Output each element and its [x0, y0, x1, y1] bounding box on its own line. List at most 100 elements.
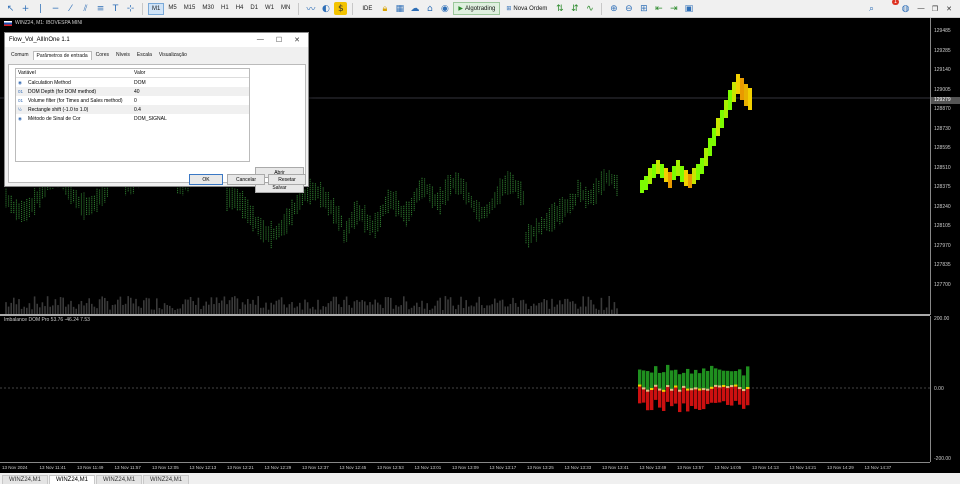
user-icon[interactable]: ◉ [438, 2, 451, 15]
zoom-out-icon[interactable]: ⊖ [622, 2, 635, 15]
autoscroll-icon[interactable]: ⇤ [652, 2, 665, 15]
crosshair-icon[interactable]: + [19, 2, 32, 15]
dom-ladder-icon[interactable]: ⇵ [568, 2, 581, 15]
parameter-row[interactable]: ½ Rectangle shift (-1.0 to 1.0) 0.4 [16, 105, 249, 114]
highlighted-candle [744, 84, 748, 106]
parameter-row[interactable]: 01 DOM Depth (for DOM method) 40 [16, 87, 249, 96]
dialog-titlebar[interactable]: Flow_Vol_AllInOne 1.1 — ☐ ✕ [5, 33, 308, 47]
timeframe-w1[interactable]: W1 [262, 3, 277, 15]
dialog-tab[interactable]: Escala [134, 51, 155, 60]
text-icon[interactable]: T [109, 2, 122, 15]
timeframe-m15[interactable]: M15 [181, 3, 199, 15]
reset-button[interactable]: Resetar [268, 174, 306, 185]
nova-ordem-button[interactable]: ⊞ Nova Ordem [502, 3, 551, 14]
dialog-maximize-icon[interactable]: ☐ [276, 36, 282, 44]
lock-icon[interactable]: 🔒︎ [378, 2, 391, 15]
price-label: 128595 [934, 145, 951, 151]
parameter-value[interactable]: 0.4 [134, 107, 141, 113]
shapes-icon[interactable]: ⊹ [124, 2, 137, 15]
imbalance-bar-sell [690, 389, 694, 406]
time-label: 13 Nov 12:37 [302, 465, 329, 470]
chart-shift-icon[interactable]: ⇥ [667, 2, 680, 15]
chart-tab[interactable]: WINZ24,M1 [96, 475, 143, 484]
color-scheme-icon[interactable]: ◐ [319, 2, 332, 15]
horizontal-line-icon[interactable]: − [49, 2, 62, 15]
notification-icon[interactable]: 1 [882, 0, 899, 15]
volume-bar [205, 301, 207, 314]
chart-tab[interactable]: WINZ24,M1 [2, 475, 49, 484]
timeframe-m1[interactable]: M1 [148, 2, 165, 15]
volume-bar [85, 303, 88, 314]
signal-chart-icon[interactable]: ∿ [583, 2, 596, 15]
volume-bar [49, 306, 51, 314]
dollar-icon[interactable]: $ [334, 2, 348, 15]
timeframe-m5[interactable]: M5 [165, 3, 179, 15]
volume-bar [80, 300, 83, 314]
calendar-icon[interactable]: ▦ [393, 2, 406, 15]
cancel-button[interactable]: Cancelar [227, 174, 265, 185]
timeframe-d1[interactable]: D1 [247, 3, 261, 15]
parameter-name-cell: ½ Rectangle shift (-1.0 to 1.0) [16, 107, 134, 113]
parameter-value[interactable]: 40 [134, 89, 140, 95]
fibonacci-icon[interactable]: ≡ [94, 2, 107, 15]
restore-icon[interactable]: ❐ [930, 5, 940, 13]
parameter-row[interactable]: ◉ Método de Sinal de Cor DOM_SIGNAL [16, 114, 249, 123]
parameter-row[interactable]: ◉ Calculation Method DOM [16, 78, 249, 87]
dialog-minimize-icon[interactable]: — [257, 36, 264, 44]
channel-icon[interactable]: ⫽ [79, 2, 92, 15]
ok-button[interactable]: OK [189, 174, 223, 185]
trendline-icon[interactable]: ⁄ [64, 2, 77, 15]
volume-bar [504, 306, 506, 314]
cloud-icon[interactable]: ☁ [408, 2, 421, 15]
highlighted-candle [648, 168, 652, 184]
time-label: 13 Nov 13:41 [602, 465, 629, 470]
dialog-tab[interactable]: Cores [93, 51, 112, 60]
minimize-icon[interactable]: — [916, 5, 926, 12]
highlighted-candle [656, 160, 660, 174]
volume-bar [114, 304, 116, 314]
market-icon[interactable]: ⌂ [423, 2, 436, 15]
volume-bar [213, 304, 215, 314]
highlighted-candle [720, 110, 724, 128]
imbalance-bar-sell [662, 390, 666, 411]
timeframe-h4[interactable]: H4 [233, 3, 247, 15]
volume-bar [514, 303, 517, 314]
vertical-line-icon[interactable]: | [34, 2, 47, 15]
time-axis[interactable]: 13 Nov 2024 13 Nov 11:41 13 Nov 11:49 13 No… [0, 462, 930, 472]
dialog-tab[interactable]: Comum [8, 51, 32, 60]
timeframe-m30[interactable]: M30 [199, 3, 217, 15]
dialog-close-icon[interactable]: ✕ [294, 36, 300, 44]
volume-bar [543, 298, 545, 314]
account-icon[interactable]: ◍ [899, 2, 912, 15]
indicator-chart[interactable] [0, 316, 930, 462]
highlighted-candle [660, 164, 664, 178]
parameter-value[interactable]: DOM [134, 80, 146, 86]
dialog-tab[interactable]: Visualização [156, 51, 190, 60]
ide-button[interactable]: IDE [358, 4, 376, 14]
price-label: 127835 [934, 262, 951, 268]
algotrading-button[interactable]: ▶ Algotrading [453, 2, 501, 15]
volume-bar [137, 306, 140, 314]
screenshot-icon[interactable]: ▣ [682, 2, 695, 15]
search-icon[interactable]: ⌕ [865, 2, 878, 15]
volume-bar [228, 300, 231, 314]
grid-icon[interactable]: ⊞ [637, 2, 650, 15]
timeframe-h1[interactable]: H1 [218, 3, 232, 15]
depth-of-market-icon[interactable]: ⇅ [553, 2, 566, 15]
volume-bar [317, 299, 319, 314]
close-icon[interactable]: ✕ [944, 5, 954, 13]
dialog-tab[interactable]: Parâmetros de entrada [32, 51, 92, 60]
volume-bar [613, 302, 616, 314]
dialog-tab[interactable]: Níveis [113, 51, 133, 60]
parameter-value[interactable]: DOM_SIGNAL [134, 116, 167, 122]
chart-type-icon[interactable]: 〰 [304, 2, 317, 15]
chart-tab[interactable]: WINZ24,M1 [49, 475, 96, 484]
zoom-in-icon[interactable]: ⊕ [607, 2, 620, 15]
timeframe-mn[interactable]: MN [278, 3, 293, 15]
cursor-icon[interactable]: ↖ [4, 2, 17, 15]
parameter-value[interactable]: 0 [134, 98, 137, 104]
chart-tab[interactable]: WINZ24,M1 [143, 475, 190, 484]
parameter-row[interactable]: 01 Volume filter (for Times and Sales met… [16, 96, 249, 105]
indicator-axis[interactable]: 200.00 0.00 -200.00 [930, 316, 960, 462]
price-axis[interactable]: 129485 129285 129140 129005 128870 128730 1285… [930, 18, 960, 315]
